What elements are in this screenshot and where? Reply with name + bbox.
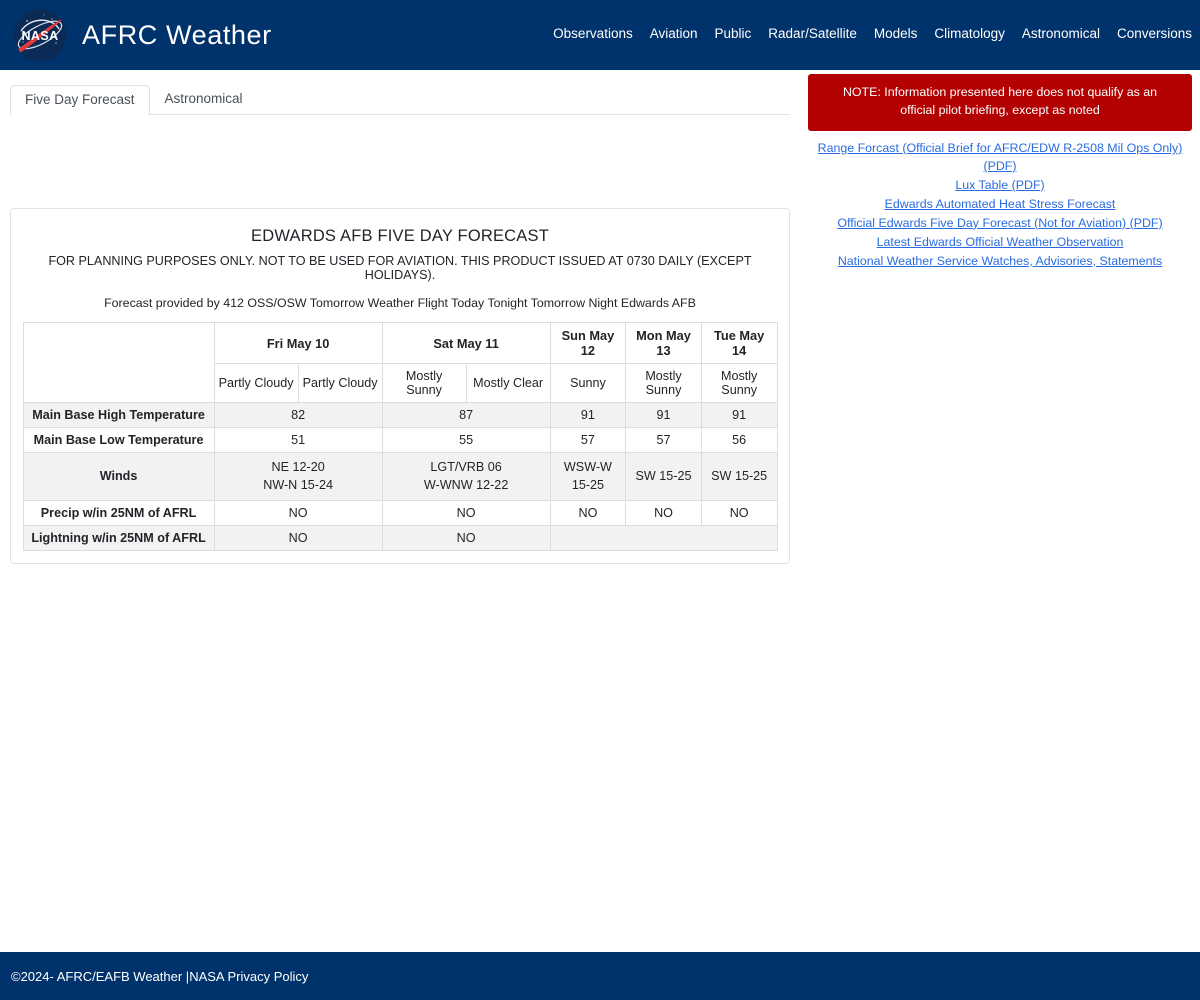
table-cell: NO bbox=[381, 524, 551, 551]
table-cell: 91 bbox=[549, 402, 627, 428]
tab-astronomical[interactable]: Astronomical bbox=[150, 84, 258, 114]
nav-item-aviation[interactable]: Aviation bbox=[650, 26, 698, 41]
footer-copyright: ©2024- AFRC/EAFB Weather | bbox=[11, 968, 190, 984]
link-nws-watches[interactable]: National Weather Service Watches, Adviso… bbox=[812, 253, 1188, 271]
table-cell: 82 bbox=[213, 402, 383, 428]
site-footer: ©2024- AFRC/EAFB Weather | NASA Privacy … bbox=[0, 952, 1200, 1000]
condition-tue: Mostly Sunny bbox=[700, 363, 778, 403]
table-cell: 57 bbox=[549, 427, 627, 453]
row-label: Main Base High Temperature bbox=[22, 402, 215, 428]
table-cell: 55 bbox=[381, 427, 551, 453]
condition-sun: Sunny bbox=[549, 363, 627, 403]
link-lux-table[interactable]: Lux Table (PDF) bbox=[812, 177, 1188, 195]
table-cell: NO bbox=[381, 499, 551, 526]
day-header-sun: Sun May 12 bbox=[549, 322, 627, 364]
table-cell: 91 bbox=[700, 402, 778, 428]
condition-sat-night: Mostly Clear bbox=[465, 363, 551, 403]
nasa-meatball-logo: NASA bbox=[14, 9, 66, 61]
main-navigation: Observations Aviation Public Radar/Satel… bbox=[553, 26, 1192, 41]
forecast-table-head: Fri May 10 Sat May 11 Sun May 12 Mon May… bbox=[22, 322, 778, 403]
svg-text:NASA: NASA bbox=[21, 29, 58, 43]
table-cell: SW 15-25 bbox=[625, 452, 702, 501]
condition-sat-day: Mostly Sunny bbox=[381, 363, 467, 403]
row-label: Main Base Low Temperature bbox=[22, 427, 215, 453]
table-cell: NO bbox=[213, 499, 383, 526]
table-cell: NO bbox=[213, 524, 383, 551]
row-label: Precip w/in 25NM of AFRL bbox=[22, 499, 215, 526]
table-cell: NE 12-20 NW-N 15-24 bbox=[213, 452, 383, 501]
link-latest-observation[interactable]: Latest Edwards Official Weather Observat… bbox=[812, 234, 1188, 252]
table-corner-cell bbox=[22, 322, 215, 403]
table-cell: NO bbox=[700, 499, 778, 526]
table-cell: 91 bbox=[625, 402, 702, 428]
side-panel: NOTE: Information presented here does no… bbox=[808, 74, 1192, 282]
table-cell: SW 15-25 bbox=[700, 452, 778, 501]
forecast-table-body: Main Base High Temperature 82 87 91 91 91 Main… bbox=[22, 402, 778, 551]
forecast-disclaimer: FOR PLANNING PURPOSES ONLY. NOT TO BE US… bbox=[48, 254, 752, 282]
table-row: Main Base High Temperature 82 87 91 91 91 bbox=[22, 402, 778, 428]
table-row: Lightning w/in 25NM of AFRL NO NO bbox=[22, 524, 778, 551]
nav-item-models[interactable]: Models bbox=[874, 26, 918, 41]
brand-title: AFRC Weather bbox=[82, 19, 272, 50]
table-cell: NO bbox=[549, 499, 627, 526]
nav-item-astronomical[interactable]: Astronomical bbox=[1022, 26, 1100, 41]
forecast-table: Fri May 10 Sat May 11 Sun May 12 Mon May… bbox=[22, 322, 778, 551]
forecast-provider: Forecast provided by 412 OSS/OSW Tomorro… bbox=[104, 296, 696, 310]
nav-item-radar-satellite[interactable]: Radar/Satellite bbox=[768, 26, 857, 41]
table-cell: 51 bbox=[213, 427, 383, 453]
row-label: Winds bbox=[22, 452, 215, 501]
disclaimer-note-box: NOTE: Information presented here does no… bbox=[808, 74, 1192, 131]
brand: NASA AFRC Weather bbox=[14, 9, 272, 61]
link-range-forecast[interactable]: Range Forcast (Official Brief for AFRC/E… bbox=[812, 140, 1188, 176]
forecast-title: EDWARDS AFB FIVE DAY FORECAST bbox=[251, 227, 549, 245]
table-cell: NO bbox=[625, 499, 702, 526]
table-row: Winds NE 12-20 NW-N 15-24 LGT/VRB 06 W-WNW 1… bbox=[22, 452, 778, 501]
forecast-card: EDWARDS AFB FIVE DAY FORECAST FOR PLANNI… bbox=[10, 208, 790, 564]
table-cell: WSW-W 15-25 bbox=[549, 452, 627, 501]
day-header-sat: Sat May 11 bbox=[381, 322, 551, 364]
table-cell bbox=[549, 524, 778, 551]
page-body: Five Day Forecast Astronomical EDWARDS A… bbox=[0, 70, 1200, 952]
footer-privacy-policy-link[interactable]: NASA Privacy Policy bbox=[189, 969, 308, 984]
day-header-tue: Tue May 14 bbox=[700, 322, 778, 364]
link-official-five-day[interactable]: Official Edwards Five Day Forecast (Not … bbox=[812, 215, 1188, 233]
day-header-fri: Fri May 10 bbox=[213, 322, 383, 364]
condition-fri-night: Partly Cloudy bbox=[297, 363, 383, 403]
nav-item-observations[interactable]: Observations bbox=[553, 26, 633, 41]
tab-bar: Five Day Forecast Astronomical bbox=[10, 84, 790, 115]
table-cell: 87 bbox=[381, 402, 551, 428]
table-cell: 57 bbox=[625, 427, 702, 453]
table-cell: LGT/VRB 06 W-WNW 12-22 bbox=[381, 452, 551, 501]
day-header-row: Fri May 10 Sat May 11 Sun May 12 Mon May… bbox=[22, 322, 778, 403]
link-heat-stress-forecast[interactable]: Edwards Automated Heat Stress Forecast bbox=[812, 196, 1188, 214]
nav-item-public[interactable]: Public bbox=[715, 26, 752, 41]
condition-mon: Mostly Sunny bbox=[625, 363, 702, 403]
resource-links-list: Range Forcast (Official Brief for AFRC/E… bbox=[808, 130, 1192, 282]
day-header-mon: Mon May 13 bbox=[625, 322, 702, 364]
tab-five-day-forecast[interactable]: Five Day Forecast bbox=[10, 84, 150, 115]
table-row: Main Base Low Temperature 51 55 57 57 56 bbox=[22, 427, 778, 453]
table-cell: 56 bbox=[700, 427, 778, 453]
nav-item-climatology[interactable]: Climatology bbox=[934, 26, 1005, 41]
nav-item-conversions[interactable]: Conversions bbox=[1117, 26, 1192, 41]
row-label: Lightning w/in 25NM of AFRL bbox=[22, 524, 215, 551]
condition-fri-day: Partly Cloudy bbox=[213, 363, 299, 403]
table-row: Precip w/in 25NM of AFRL NO NO NO NO NO bbox=[22, 499, 778, 526]
site-header: NASA AFRC Weather Observations Aviation … bbox=[0, 0, 1200, 70]
